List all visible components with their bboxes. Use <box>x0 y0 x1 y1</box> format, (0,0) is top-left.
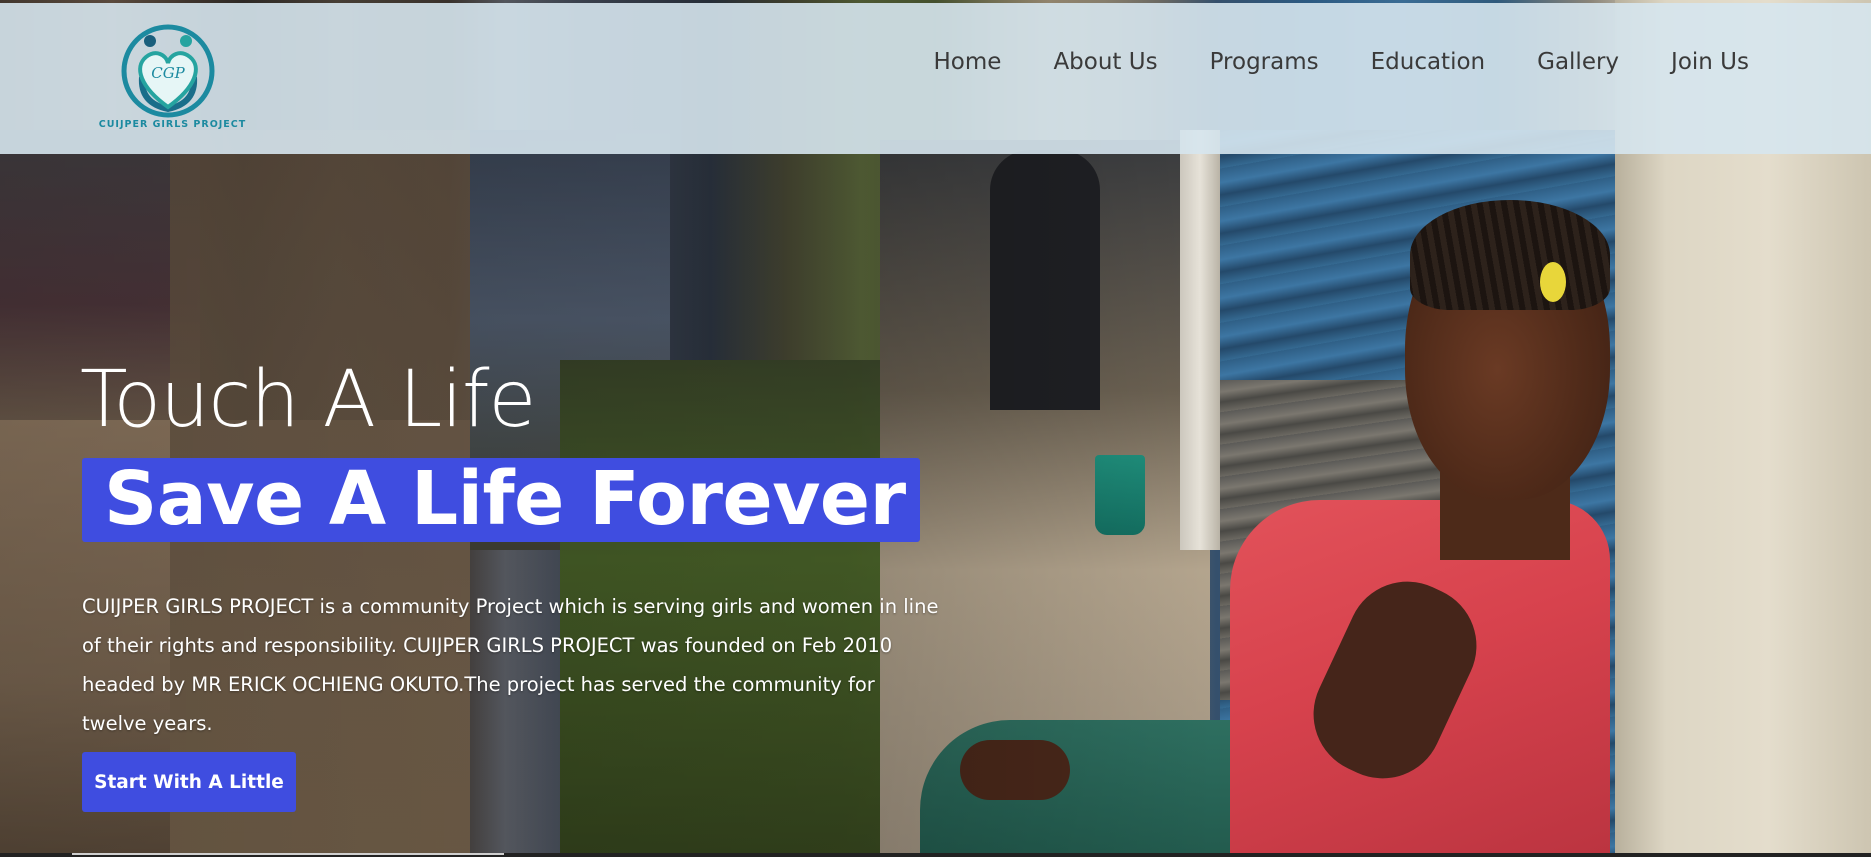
nav-join-us[interactable]: Join Us <box>1645 45 1775 79</box>
nav-about-us[interactable]: About Us <box>1027 45 1183 79</box>
nav-gallery[interactable]: Gallery <box>1511 45 1645 79</box>
logo-initials: CGP <box>151 64 185 82</box>
nav-programs[interactable]: Programs <box>1184 45 1345 79</box>
hero-description: CUIJPER GIRLS PROJECT is a community Pro… <box>82 594 939 735</box>
logo-text: CUIJPER GIRLS PROJECT <box>98 119 247 130</box>
two-people-heart-icon: CGP <box>121 24 215 118</box>
nav-home[interactable]: Home <box>908 45 1028 79</box>
main-nav: Home About Us Programs Education Gallery… <box>908 45 1775 79</box>
bottom-divider-accent <box>72 853 504 855</box>
hero-tagline: Touch A Life <box>80 355 536 445</box>
start-with-a-little-button[interactable]: Start With A Little <box>82 752 296 812</box>
site-header: CGP CUIJPER GIRLS PROJECT Home About Us … <box>0 3 1871 154</box>
hero-headline: Save A Life Forever <box>104 456 906 542</box>
nav-education[interactable]: Education <box>1345 45 1512 79</box>
site-logo[interactable]: CGP CUIJPER GIRLS PROJECT <box>90 23 255 138</box>
